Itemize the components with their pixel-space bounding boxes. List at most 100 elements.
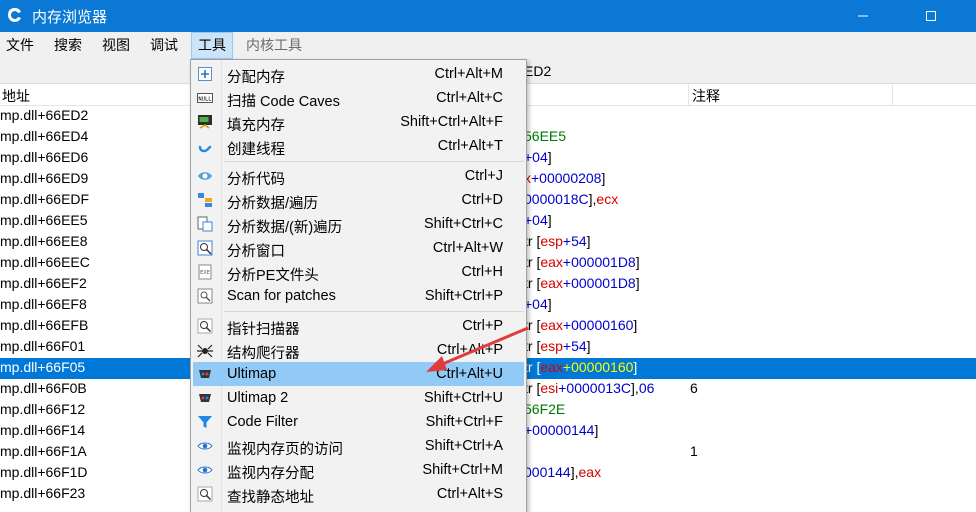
magnifier-icon (197, 486, 213, 502)
row-operand: tr [eax+000001D8] (524, 254, 640, 270)
menu-debug[interactable]: 调试 (144, 32, 184, 59)
window-icon (197, 240, 213, 256)
maximize-button[interactable] (908, 0, 954, 32)
tools-menu-popup: 分配内存 Ctrl+Alt+M NULL 扫描 Code Caves Ctrl+Alt+… (190, 59, 527, 512)
operand-token: ] (635, 254, 640, 270)
operand-token: +00000208 (531, 170, 602, 186)
menu-file[interactable]: 文件 (0, 32, 40, 59)
operand-token: esi (540, 380, 559, 396)
cheat-engine-icon (8, 8, 21, 22)
menu-item-label: 分析数据/(新)遍历 (227, 220, 343, 236)
menu-view[interactable]: 视图 (96, 32, 136, 59)
menu-item-shortcut: Ctrl+Alt+T (437, 138, 503, 154)
thread-icon (198, 145, 212, 153)
ultimap-icon (199, 370, 211, 378)
svg-text:EXE: EXE (200, 270, 210, 276)
address-info-text: ED2 (524, 63, 552, 79)
operand-token: +04 (524, 212, 548, 228)
menu-item-shortcut: Ctrl+Alt+P (436, 342, 503, 358)
row-address: mp.dll+66ED9 (0, 170, 89, 186)
row-comment: 1 (690, 443, 698, 459)
menu-item-shortcut: Shift+Ctrl+C (424, 216, 503, 232)
fill-icon (198, 115, 212, 129)
row-address: mp.dll+66F01 (0, 338, 86, 354)
menu-item-shortcut: Shift+Ctrl+A (424, 438, 503, 454)
menu-item[interactable]: Ultimap 2 Shift+Ctrl+U (193, 386, 524, 410)
operand-token: eax (540, 317, 563, 333)
menu-item[interactable]: 分析数据/(新)遍历 Shift+Ctrl+C (193, 212, 524, 236)
eye-code-icon (198, 172, 212, 180)
menu-item[interactable]: EXE 分析PE文件头 Ctrl+H (193, 260, 524, 284)
menu-item-label: 监视内存页的访问 (227, 442, 343, 458)
menu-item-shortcut: Ctrl+Alt+W (432, 240, 503, 256)
menu-item-shortcut: Ctrl+D (461, 192, 504, 208)
menu-item-label: Code Filter (227, 414, 298, 430)
operand-token: 06 (638, 380, 655, 396)
operand-token: ] (594, 422, 599, 438)
menu-item[interactable]: 分析窗口 Ctrl+Alt+W (193, 236, 524, 260)
menu-item-label: 指针扫描器 (227, 322, 300, 338)
column-header-comment[interactable]: 注释 (692, 86, 720, 106)
row-operand: x+00000208] (524, 170, 605, 186)
operand-token: +54 (562, 338, 587, 354)
menu-item-label: 创建线程 (227, 142, 285, 158)
row-operand: +04] (524, 149, 552, 165)
operand-token: 56F2E (524, 401, 566, 417)
operand-token: +0000013C (558, 380, 632, 396)
row-address: mp.dll+66EDF (0, 191, 90, 207)
row-address: mp.dll+66EF8 (0, 296, 87, 312)
menu-item-label: 扫描 Code Caves (227, 94, 340, 110)
minimize-button[interactable] (840, 0, 886, 32)
row-operand: 56EE5 (524, 128, 566, 144)
operand-token: eax (540, 254, 563, 270)
minimize-icon (858, 15, 868, 17)
operand-token: esp (540, 233, 563, 249)
operand-token: +000001D8 (562, 254, 636, 270)
menu-item-shortcut: Ctrl+Alt+S (436, 486, 503, 502)
struct-new-icon (197, 216, 213, 232)
svg-text:NULL: NULL (198, 97, 212, 103)
menu-item[interactable]: 填充内存 Shift+Ctrl+Alt+F (193, 110, 524, 134)
menu-item[interactable]: Scan for patches Shift+Ctrl+P (193, 284, 524, 308)
row-address: mp.dll+66F1D (0, 464, 88, 480)
menu-item-shortcut: Shift+Ctrl+U (424, 390, 503, 406)
column-header-address[interactable]: 地址 (2, 86, 30, 106)
menu-search[interactable]: 搜索 (48, 32, 88, 59)
row-address: mp.dll+66EFB (0, 317, 89, 333)
menu-item-label: 查找静态地址 (227, 490, 314, 506)
menu-tools[interactable]: 工具 (191, 32, 233, 59)
row-address: mp.dll+66F05 (0, 359, 86, 375)
menu-item[interactable]: 创建线程 Ctrl+Alt+T (193, 134, 524, 158)
menu-item-shortcut: Shift+Ctrl+Alt+F (400, 114, 503, 130)
menu-item[interactable]: 监视内存页的访问 Shift+Ctrl+A (193, 434, 524, 458)
menu-item[interactable]: 监视内存分配 Shift+Ctrl+M (193, 458, 524, 482)
menu-item[interactable]: 指针扫描器 Ctrl+P (193, 314, 524, 338)
column-divider[interactable] (892, 84, 893, 106)
menu-item[interactable]: 分析数据/遍历 Ctrl+D (193, 188, 524, 212)
menu-item[interactable]: Ultimap Ctrl+Alt+U (193, 362, 524, 386)
menu-item-shortcut: Shift+Ctrl+F (425, 414, 503, 430)
row-operand: 0000018C],ecx (524, 191, 618, 207)
menu-item[interactable]: Code Filter Shift+Ctrl+F (193, 410, 524, 434)
operand-token: ] (633, 317, 638, 333)
row-address: mp.dll+66F14 (0, 422, 86, 438)
operand-token: eax (540, 275, 563, 291)
menu-item[interactable]: 分析代码 Ctrl+J (193, 164, 524, 188)
menu-item[interactable]: 结构爬行器 Ctrl+Alt+P (193, 338, 524, 362)
operand-token: ] (635, 275, 640, 291)
row-operand: tr [eax+00000160] (524, 317, 637, 333)
menu-kernel-tools[interactable]: 内核工具 (240, 32, 308, 59)
operand-token: 56EE5 (524, 128, 567, 144)
menu-item[interactable]: 分配内存 Ctrl+Alt+M (193, 62, 524, 86)
menu-item[interactable]: 查找静态地址 Ctrl+Alt+S (193, 482, 524, 506)
column-divider[interactable] (688, 84, 689, 106)
row-operand: tr [eax+00000160] (524, 359, 637, 375)
row-address: mp.dll+66F23 (0, 485, 86, 501)
operand-token: ] (547, 149, 552, 165)
row-operand: tr [esi+0000013C],06 (524, 380, 654, 396)
menu-item[interactable]: NULL 扫描 Code Caves Ctrl+Alt+C (193, 86, 524, 110)
operand-token: +00000160 (562, 317, 634, 333)
menu-item-label: 分析数据/遍历 (227, 196, 319, 212)
menu-item-label: Ultimap (227, 366, 277, 382)
row-operand: tr [esp+54] (524, 233, 591, 249)
